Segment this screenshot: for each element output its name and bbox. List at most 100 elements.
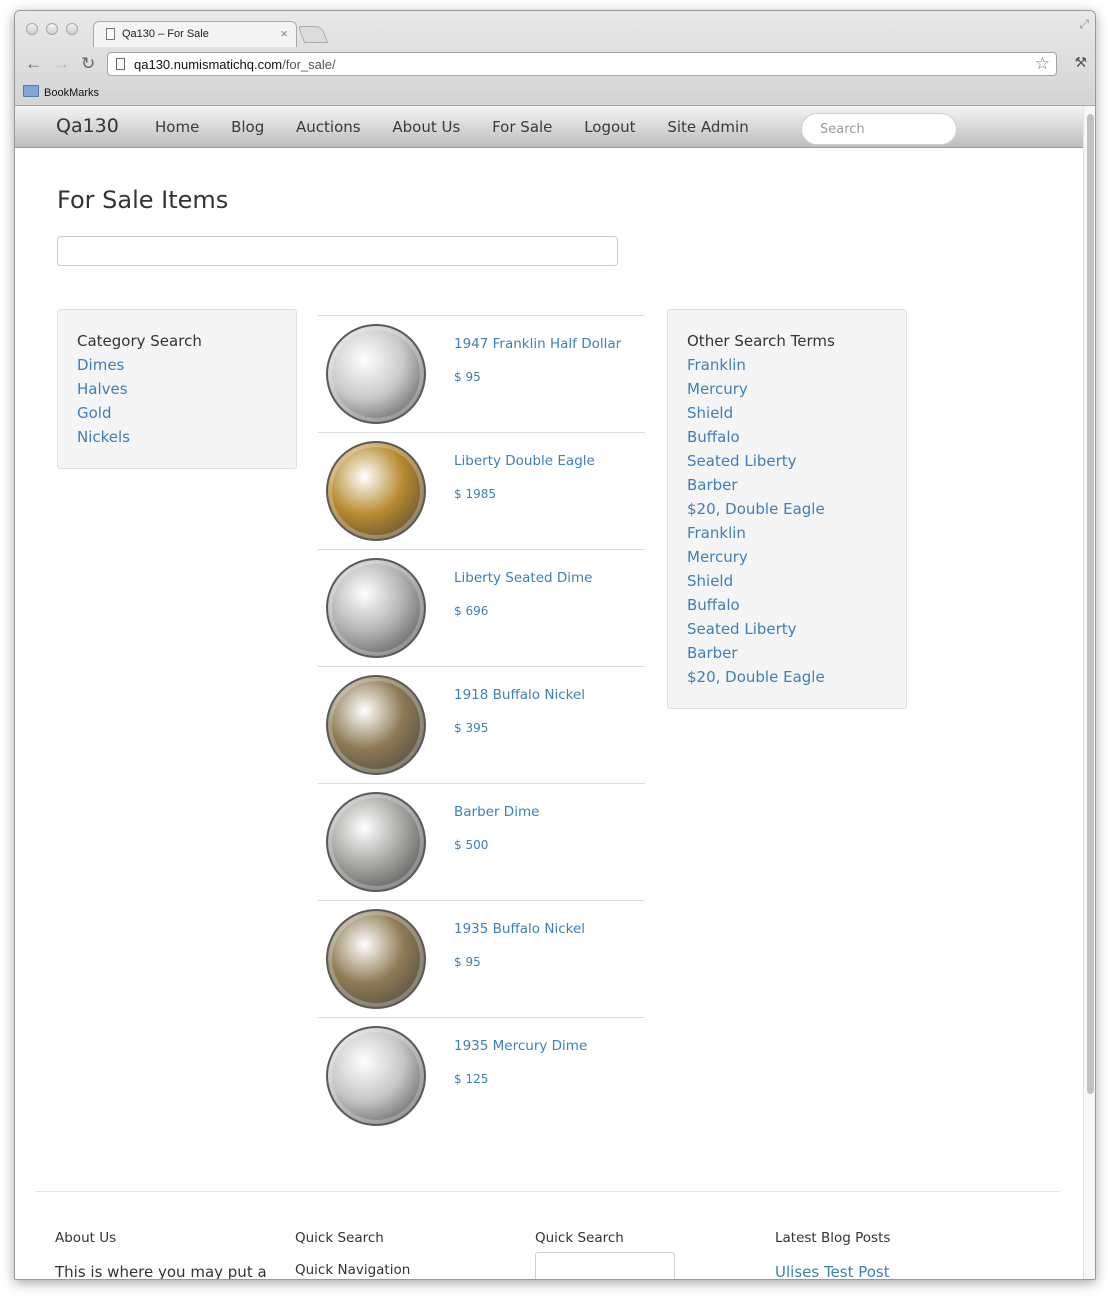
list-item: Liberty Double Eagle $ 1985: [318, 432, 645, 549]
bookmark-star-icon[interactable]: ☆: [1035, 54, 1050, 74]
list-item: 1935 Mercury Dime $ 125: [318, 1017, 645, 1134]
coin-image[interactable]: [326, 792, 426, 892]
url-text: qa130.numismatichq.com/for_sale/: [134, 57, 336, 72]
nav-logout[interactable]: Logout: [584, 118, 635, 136]
bookmarks-folder[interactable]: BookMarks: [44, 87, 99, 99]
item-price: $ 95: [454, 955, 481, 969]
browser-window: Qa130 – For Sale × ⤢ ← → ↻ qa130.numisma…: [14, 10, 1096, 1280]
item-price: $ 95: [454, 370, 481, 384]
page-icon: [106, 28, 115, 40]
category-search-heading: Category Search: [77, 332, 202, 350]
item-name-link[interactable]: 1935 Buffalo Nickel: [454, 921, 585, 937]
new-tab-button[interactable]: [297, 26, 329, 43]
category-link-nickels[interactable]: Nickels: [77, 425, 277, 449]
item-price: $ 395: [454, 721, 489, 735]
item-name-link[interactable]: 1918 Buffalo Nickel: [454, 687, 585, 703]
list-item: Liberty Seated Dime $ 696: [318, 549, 645, 666]
item-name-link[interactable]: Barber Dime: [454, 804, 539, 820]
reload-icon[interactable]: ↻: [81, 54, 95, 74]
category-link-gold[interactable]: Gold: [77, 401, 277, 425]
item-name-link[interactable]: Liberty Seated Dime: [454, 570, 592, 586]
browser-tab[interactable]: Qa130 – For Sale ×: [93, 21, 297, 47]
minimize-window-button[interactable]: [46, 23, 58, 35]
back-icon[interactable]: ←: [25, 54, 42, 74]
coin-image[interactable]: [326, 675, 426, 775]
other-search-terms-panel: Other Search Terms Franklin Mercury Shie…: [667, 309, 907, 709]
item-name-link[interactable]: 1935 Mercury Dime: [454, 1038, 587, 1054]
coin-image[interactable]: [326, 558, 426, 658]
extension-icon[interactable]: ⚒: [1074, 54, 1087, 71]
search-term-link[interactable]: Shield: [687, 569, 887, 593]
items-search-input[interactable]: [57, 236, 618, 266]
address-bar[interactable]: qa130.numismatichq.com/for_sale/ ☆: [107, 52, 1057, 76]
site-navbar: Qa130 Home Blog Auctions About Us For Sa…: [15, 106, 1083, 148]
search-term-link[interactable]: Buffalo: [687, 425, 887, 449]
footer-quick-navigation: Quick Navigation: [295, 1262, 411, 1278]
search-term-link[interactable]: Mercury: [687, 377, 887, 401]
nav-site-admin[interactable]: Site Admin: [667, 118, 748, 136]
footer-quick-search-heading: Quick Search: [295, 1230, 384, 1246]
search-term-link[interactable]: Seated Liberty: [687, 449, 887, 473]
url-path: /for_sale/: [282, 57, 336, 72]
nav-for-sale[interactable]: For Sale: [492, 118, 552, 136]
page-title: For Sale Items: [57, 186, 229, 214]
category-link-halves[interactable]: Halves: [77, 377, 277, 401]
footer-blog-post-link[interactable]: Ulises Test Post: [775, 1263, 890, 1279]
bookmarks-bar: BookMarks: [23, 85, 99, 99]
item-price: $ 1985: [454, 487, 496, 501]
page-content: Qa130 Home Blog Auctions About Us For Sa…: [15, 106, 1083, 1279]
footer-search-heading: Quick Search: [535, 1230, 624, 1246]
nav-auctions[interactable]: Auctions: [296, 118, 361, 136]
coin-image[interactable]: [326, 441, 426, 541]
other-search-heading: Other Search Terms: [687, 332, 835, 350]
vertical-scrollbar[interactable]: [1083, 106, 1095, 1279]
site-footer: About Us This is where you may put a Qui…: [35, 1191, 1060, 1279]
coin-image[interactable]: [326, 909, 426, 1009]
item-price: $ 696: [454, 604, 489, 618]
nav-search-box[interactable]: [801, 113, 957, 145]
coin-image[interactable]: [326, 324, 426, 424]
footer-about-text: This is where you may put a: [55, 1263, 267, 1279]
list-item: 1935 Buffalo Nickel $ 95: [318, 900, 645, 1017]
list-item: Barber Dime $ 500: [318, 783, 645, 900]
coin-image[interactable]: [326, 1026, 426, 1126]
item-name-link[interactable]: 1947 Franklin Half Dollar: [454, 336, 621, 352]
nav-links: Home Blog Auctions About Us For Sale Log…: [155, 118, 776, 136]
item-name-link[interactable]: Liberty Double Eagle: [454, 453, 595, 469]
nav-home[interactable]: Home: [155, 118, 199, 136]
search-term-link[interactable]: Shield: [687, 401, 887, 425]
tab-close-icon[interactable]: ×: [280, 26, 288, 41]
search-term-link[interactable]: Seated Liberty: [687, 617, 887, 641]
scrollbar-thumb[interactable]: [1087, 114, 1094, 1094]
search-term-link[interactable]: Barber: [687, 473, 887, 497]
nav-about-us[interactable]: About Us: [392, 118, 460, 136]
search-term-link[interactable]: Barber: [687, 641, 887, 665]
zoom-window-button[interactable]: [66, 23, 78, 35]
fullscreen-icon[interactable]: ⤢: [1079, 17, 1089, 32]
search-term-link[interactable]: Mercury: [687, 545, 887, 569]
search-term-link[interactable]: Franklin: [687, 353, 887, 377]
nav-search-input[interactable]: [818, 121, 947, 138]
item-price: $ 500: [454, 838, 489, 852]
tab-title: Qa130 – For Sale: [122, 28, 209, 40]
page-icon: [116, 58, 125, 70]
footer-search-input[interactable]: [535, 1252, 675, 1279]
item-price: $ 125: [454, 1072, 489, 1086]
site-brand[interactable]: Qa130: [56, 115, 119, 137]
url-host: qa130.numismatichq.com: [134, 57, 283, 72]
forward-icon[interactable]: →: [53, 54, 70, 74]
search-term-link[interactable]: $20, Double Eagle: [687, 497, 887, 521]
search-term-link[interactable]: Franklin: [687, 521, 887, 545]
nav-blog[interactable]: Blog: [231, 118, 264, 136]
for-sale-list: 1947 Franklin Half Dollar $ 95 Liberty D…: [318, 315, 645, 1134]
close-window-button[interactable]: [26, 23, 38, 35]
search-term-link[interactable]: $20, Double Eagle: [687, 665, 887, 689]
footer-about-heading: About Us: [55, 1230, 117, 1246]
browser-chrome: Qa130 – For Sale × ⤢ ← → ↻ qa130.numisma…: [15, 11, 1095, 106]
list-item: 1947 Franklin Half Dollar $ 95: [318, 315, 645, 432]
search-term-link[interactable]: Buffalo: [687, 593, 887, 617]
category-link-dimes[interactable]: Dimes: [77, 353, 277, 377]
folder-icon: [23, 85, 39, 97]
list-item: 1918 Buffalo Nickel $ 395: [318, 666, 645, 783]
category-search-panel: Category Search Dimes Halves Gold Nickel…: [57, 309, 297, 469]
